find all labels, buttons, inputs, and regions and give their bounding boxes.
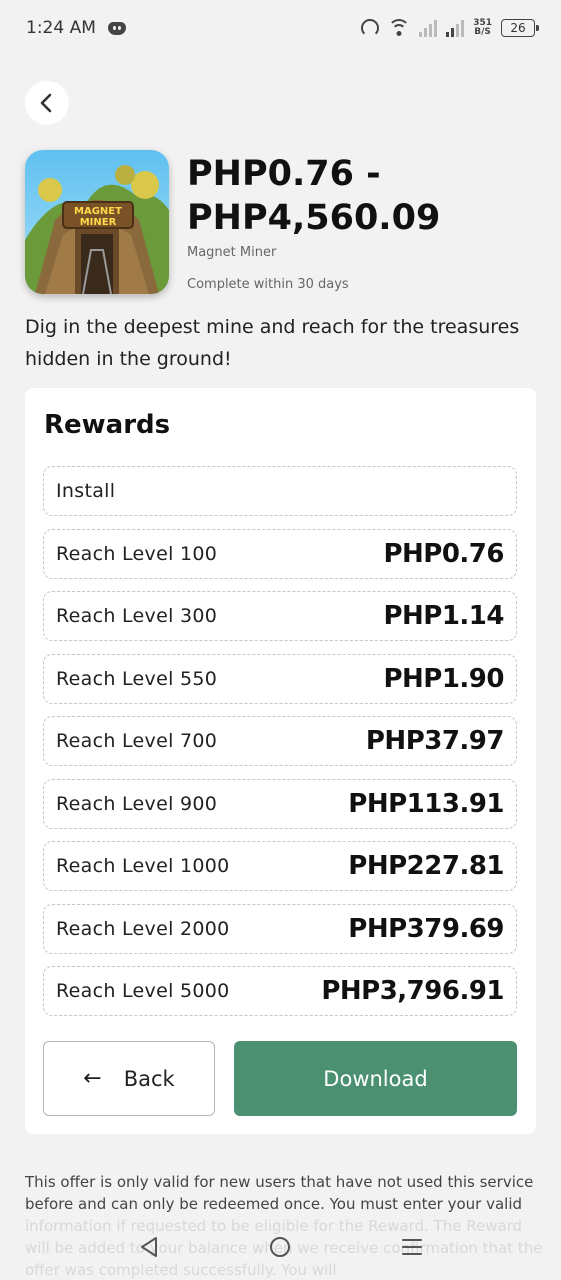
download-button-label: Download xyxy=(323,1066,428,1091)
signal-icon xyxy=(419,19,438,37)
app-name: Magnet Miner xyxy=(187,245,277,260)
download-button[interactable]: Download xyxy=(234,1041,517,1116)
system-nav-bar xyxy=(0,1218,561,1280)
arrow-left-icon: ← xyxy=(83,1065,102,1091)
reward-label: Reach Level 1000 xyxy=(56,855,230,877)
reward-row: Reach Level 2000 PHP379.69 xyxy=(43,903,517,954)
reward-label: Reach Level 550 xyxy=(56,667,218,690)
reward-label: Reach Level 100 xyxy=(56,542,218,565)
reward-row: Install xyxy=(43,466,517,516)
app-icon: MAGNET MINER xyxy=(25,150,169,294)
reward-row: Reach Level 300 PHP1.14 xyxy=(43,591,517,641)
signal-icon-2 xyxy=(446,19,465,37)
rewards-title: Rewards xyxy=(44,410,171,440)
chevron-left-icon xyxy=(40,93,52,113)
back-nav-button[interactable] xyxy=(25,81,69,125)
reward-label: Reach Level 5000 xyxy=(56,980,230,1002)
reward-row: Reach Level 5000 PHP3,796.91 xyxy=(43,966,517,1016)
reward-label: Reach Level 2000 xyxy=(56,917,230,940)
reward-value: PHP3,796.91 xyxy=(321,976,504,1006)
nav-back-icon[interactable] xyxy=(139,1236,159,1262)
discord-icon xyxy=(107,21,126,35)
reward-row: Reach Level 900 PHP113.91 xyxy=(43,778,517,829)
status-time: 1:24 AM xyxy=(26,18,96,38)
reward-value: PHP1.14 xyxy=(383,601,504,631)
reward-value: PHP1.90 xyxy=(383,663,504,694)
reward-label: Reach Level 300 xyxy=(56,605,218,627)
reward-label: Reach Level 900 xyxy=(56,792,218,815)
reward-value: PHP113.91 xyxy=(348,788,504,819)
battery-icon: 26 xyxy=(501,19,539,37)
offer-detail-screen: 1:24 AM 351 B/S 26 MAGNET MINER PHP0.76 … xyxy=(0,0,561,1280)
headset-icon xyxy=(361,19,380,37)
app-icon-text-2: MINER xyxy=(80,217,117,228)
offer-description: Dig in the deepest mine and reach for th… xyxy=(25,316,520,370)
reward-label: Reach Level 700 xyxy=(56,730,218,752)
nav-home-icon[interactable] xyxy=(269,1236,291,1262)
nav-menu-icon[interactable] xyxy=(401,1237,423,1261)
reward-label: Install xyxy=(56,480,116,502)
reward-value: PHP37.97 xyxy=(365,726,505,756)
reward-row: Reach Level 100 PHP0.76 xyxy=(43,528,517,579)
rewards-card: Rewards Install Reach Level 100 PHP0.76 … xyxy=(25,388,536,1134)
reward-value: PHP379.69 xyxy=(348,913,504,944)
status-bar: 1:24 AM 351 B/S 26 xyxy=(0,0,561,56)
reward-list: Install Reach Level 100 PHP0.76 Reach Le… xyxy=(43,466,517,1029)
reward-row: Reach Level 550 PHP1.90 xyxy=(43,653,517,704)
reward-row: Reach Level 700 PHP37.97 xyxy=(43,716,517,766)
back-button-label: Back xyxy=(123,1066,175,1091)
network-speed: 351 B/S xyxy=(473,18,492,37)
app-icon-text-1: MAGNET xyxy=(74,206,122,217)
reward-value: PHP0.76 xyxy=(383,538,504,569)
back-button[interactable]: ← Back xyxy=(43,1041,215,1116)
offer-price-range: PHP0.76 - PHP4,560.09 xyxy=(187,154,441,238)
offer-deadline: Complete within 30 days xyxy=(187,277,349,292)
wifi-icon xyxy=(388,19,411,37)
reward-value: PHP227.81 xyxy=(348,851,504,881)
reward-row: Reach Level 1000 PHP227.81 xyxy=(43,841,517,891)
